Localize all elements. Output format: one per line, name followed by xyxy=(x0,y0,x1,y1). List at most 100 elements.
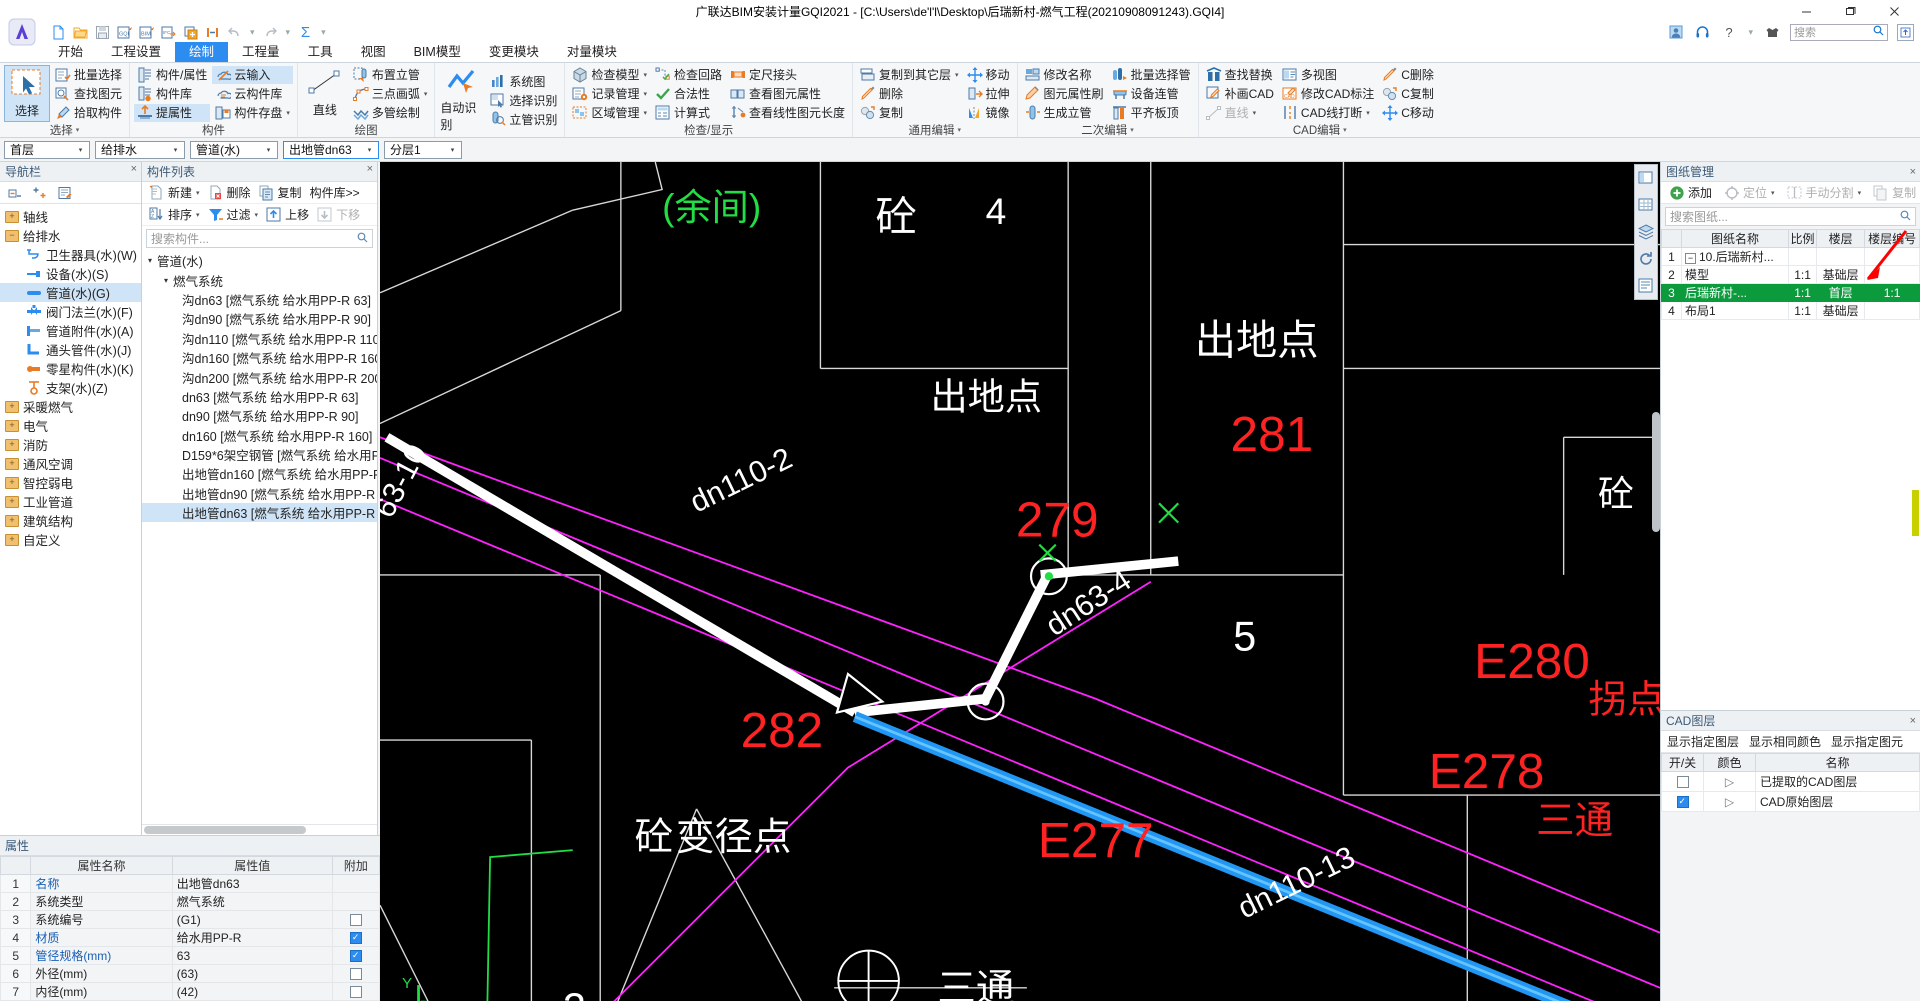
properties-row-attach[interactable] xyxy=(331,946,380,965)
search-icon[interactable] xyxy=(357,232,368,246)
properties-row[interactable]: 1 名称 出地管dn63 xyxy=(0,874,380,893)
component-tool-copy-item-icon-2[interactable]: 复制 xyxy=(256,184,305,202)
headset-icon[interactable] xyxy=(1694,24,1711,40)
chevron-down-icon[interactable]: ▾ xyxy=(1858,189,1862,197)
chevron-down-icon[interactable]: ▾ xyxy=(643,71,647,79)
chevron-down-icon[interactable]: ▾ xyxy=(363,146,376,154)
cad-layer-color[interactable]: ▷ xyxy=(1703,771,1756,792)
ribbon-button-component-save-icon[interactable]: 构件存盘 ▾ xyxy=(212,104,293,122)
sidebar-item-14[interactable]: + 智控弱电 xyxy=(0,473,141,492)
ribbon-button-component-property-icon[interactable]: 构件/属性 xyxy=(134,66,210,84)
discipline-select[interactable]: 给排水 ▾ xyxy=(95,140,185,159)
category-select[interactable]: 管道(水) ▾ xyxy=(190,140,278,159)
search-box[interactable]: 搜索 xyxy=(1790,23,1888,41)
component-tree-item-3[interactable]: 沟dn90 [燃气系统 给水用PP-R 90] xyxy=(142,309,377,328)
chevron-down-icon[interactable]: ▾ xyxy=(1253,109,1257,117)
ribbon-button-batch-select-pipe-icon[interactable]: 批量选择管 xyxy=(1109,66,1194,84)
component-tree-item-6[interactable]: 沟dn200 [燃气系统 给水用PP-R 200] xyxy=(142,367,377,386)
ribbon-big-button-line-draw-icon[interactable]: 直线 xyxy=(302,67,348,120)
ribbon-button-cloud-input-icon[interactable]: 云输入 xyxy=(212,65,293,84)
sidebar-item-4[interactable]: 管道(水)(G) xyxy=(0,283,141,302)
ribbon-button-three-point-arc-icon[interactable]: 三点画弧 ▾ xyxy=(350,85,431,103)
tab-7[interactable]: 变更模块 xyxy=(475,40,553,62)
sidebar-item-5[interactable]: 阀门法兰(水)(F) xyxy=(0,302,141,321)
cad-layer-color[interactable]: ▷ xyxy=(1703,791,1756,812)
component-tree-item-5[interactable]: 沟dn160 [燃气系统 给水用PP-R 160] xyxy=(142,348,377,367)
tab-1[interactable]: 工程设置 xyxy=(97,40,175,62)
ribbon-button-check-model-icon[interactable]: 检查模型 ▾ xyxy=(569,66,650,84)
floor-select[interactable]: 首层 ▾ xyxy=(4,140,90,159)
stack-icon[interactable] xyxy=(1636,222,1656,242)
component-tree-item-12[interactable]: 出地管dn90 [燃气系统 给水用PP-R 90] xyxy=(142,484,377,503)
properties-row-attach[interactable] xyxy=(331,892,380,911)
ribbon-button-rename-icon[interactable]: 修改名称 xyxy=(1022,66,1107,84)
drawing-tool-locate-icon[interactable]: 定位 ▾ xyxy=(1721,184,1778,202)
component-tool-btn-3[interactable]: 构件库>> xyxy=(307,184,363,202)
drawing-row-name[interactable]: 后瑞新村-... xyxy=(1680,283,1790,302)
more-icon[interactable]: ▾ xyxy=(319,27,328,38)
chevron-down-icon[interactable]: ▾ xyxy=(1130,126,1134,134)
chevron-down-icon[interactable]: ▾ xyxy=(148,256,157,265)
ribbon-button-generate-riser-icon[interactable]: 生成立管 xyxy=(1022,104,1107,122)
sidebar-item-8[interactable]: 零星构件(水)(K) xyxy=(0,359,141,378)
sidebar-item-9[interactable]: 支架(水)(Z) xyxy=(0,378,141,397)
sidebar-item-15[interactable]: + 工业管道 xyxy=(0,492,141,511)
component-tree-item-2[interactable]: 沟dn63 [燃气系统 给水用PP-R 63] xyxy=(142,290,377,309)
ribbon-button-cad-break-icon[interactable]: CAD线打断 ▾ xyxy=(1279,104,1377,122)
chevron-down-icon[interactable]: ▾ xyxy=(286,109,290,117)
ribbon-button-view-element-property-icon[interactable]: 查看图元属性 xyxy=(727,85,848,103)
component-tool-delete-item-icon-1[interactable]: 删除 xyxy=(205,184,254,202)
ribbon-button-cad-move-icon[interactable]: C移动 xyxy=(1379,104,1437,122)
sidebar-item-6[interactable]: 管道附件(水)(A) xyxy=(0,321,141,340)
sidebar-item-13[interactable]: + 通风空调 xyxy=(0,454,141,473)
ribbon-button-extract-property-icon[interactable]: 提属性 xyxy=(134,103,211,122)
component-search-input[interactable]: 搜索构件... xyxy=(146,229,373,248)
ribbon-button-fixed-length-joint-icon[interactable]: 定尺接头 xyxy=(727,66,848,84)
ribbon-big-button-select-arrow-icon[interactable]: 选择 xyxy=(4,65,50,122)
sidebar-item-3[interactable]: 设备(水)(S) xyxy=(0,264,141,283)
properties-row[interactable]: 4 材质 给水用PP-R xyxy=(0,928,380,947)
chevron-down-icon[interactable]: ▾ xyxy=(1771,189,1775,197)
cad-drawing[interactable]: (余间) 砼 4 出地点 出地点 砼 5 砼 变径点 三通 3 281 279 … xyxy=(380,162,1660,1001)
search-icon[interactable] xyxy=(1900,210,1911,224)
ribbon-button-cad-copy-icon[interactable]: C复制 xyxy=(1379,85,1437,103)
tab-8[interactable]: 对量模块 xyxy=(553,40,631,62)
user-avatar-icon[interactable] xyxy=(1668,24,1685,40)
properties-row-value[interactable]: 给水用PP-R xyxy=(171,928,333,947)
expand-all-icon[interactable] xyxy=(32,185,48,201)
ribbon-button-validity-check-icon[interactable]: 合法性 xyxy=(652,85,725,103)
component-select[interactable]: 出地管dn63 ▾ xyxy=(283,140,379,159)
cad-layer-toggle[interactable] xyxy=(1661,791,1704,812)
drawing-row-name[interactable]: 模型 xyxy=(1680,265,1790,284)
checkbox[interactable] xyxy=(349,914,362,927)
undo-dropdown-caret[interactable]: ▾ xyxy=(248,27,257,38)
ribbon-button-find-replace-icon[interactable]: 查找替换 xyxy=(1203,66,1277,84)
cad-layer-filter-1[interactable]: 显示相同颜色 xyxy=(1749,733,1821,750)
edit-icon[interactable] xyxy=(57,185,73,201)
search-input[interactable]: 搜索 xyxy=(1794,24,1873,40)
ribbon-button-component-library-icon[interactable]: 构件库 xyxy=(134,85,210,103)
layer-select[interactable]: 分层1 ▾ xyxy=(384,140,462,159)
add-layer-icon[interactable] xyxy=(182,24,199,40)
expand-toggle-icon[interactable]: − xyxy=(1685,253,1696,264)
component-tree-item-0[interactable]: ▾ 管道(水) xyxy=(142,251,377,270)
component-tree-item-11[interactable]: 出地管dn160 [燃气系统 给水用PP-R 160 xyxy=(142,464,377,483)
sidebar-item-16[interactable]: + 建筑结构 xyxy=(0,511,141,530)
ribbon-button-find-element-icon[interactable]: 查找图元 xyxy=(52,85,125,103)
chevron-down-icon[interactable]: ▾ xyxy=(164,276,173,285)
cad-canvas[interactable]: (余间) 砼 4 出地点 出地点 砼 5 砼 变径点 三通 3 281 279 … xyxy=(380,162,1660,1001)
ribbon-button-place-riser-icon[interactable]: 布置立管 xyxy=(350,66,431,84)
drawing-row-name[interactable]: −10.后瑞新村... xyxy=(1680,247,1790,266)
search-icon[interactable] xyxy=(1873,25,1884,39)
minimize-button[interactable] xyxy=(1784,0,1828,22)
ribbon-button-stretch-icon[interactable]: 拉伸 xyxy=(964,85,1013,103)
gqi-export-icon[interactable]: GQI xyxy=(116,24,133,40)
list-icon[interactable] xyxy=(1636,276,1656,296)
drawing-tool-add-icon[interactable]: 添加 xyxy=(1666,184,1715,202)
component-list-hscrollbar[interactable] xyxy=(142,824,377,835)
cad-layer-toggle[interactable] xyxy=(1661,771,1704,792)
cad-layer-row[interactable]: ▷ 已提取的CAD图层 xyxy=(1661,771,1920,792)
theme-icon[interactable] xyxy=(1764,24,1781,40)
ribbon-button-system-diagram-icon[interactable]: 系统图 xyxy=(487,72,560,90)
undo-icon[interactable] xyxy=(226,24,243,40)
